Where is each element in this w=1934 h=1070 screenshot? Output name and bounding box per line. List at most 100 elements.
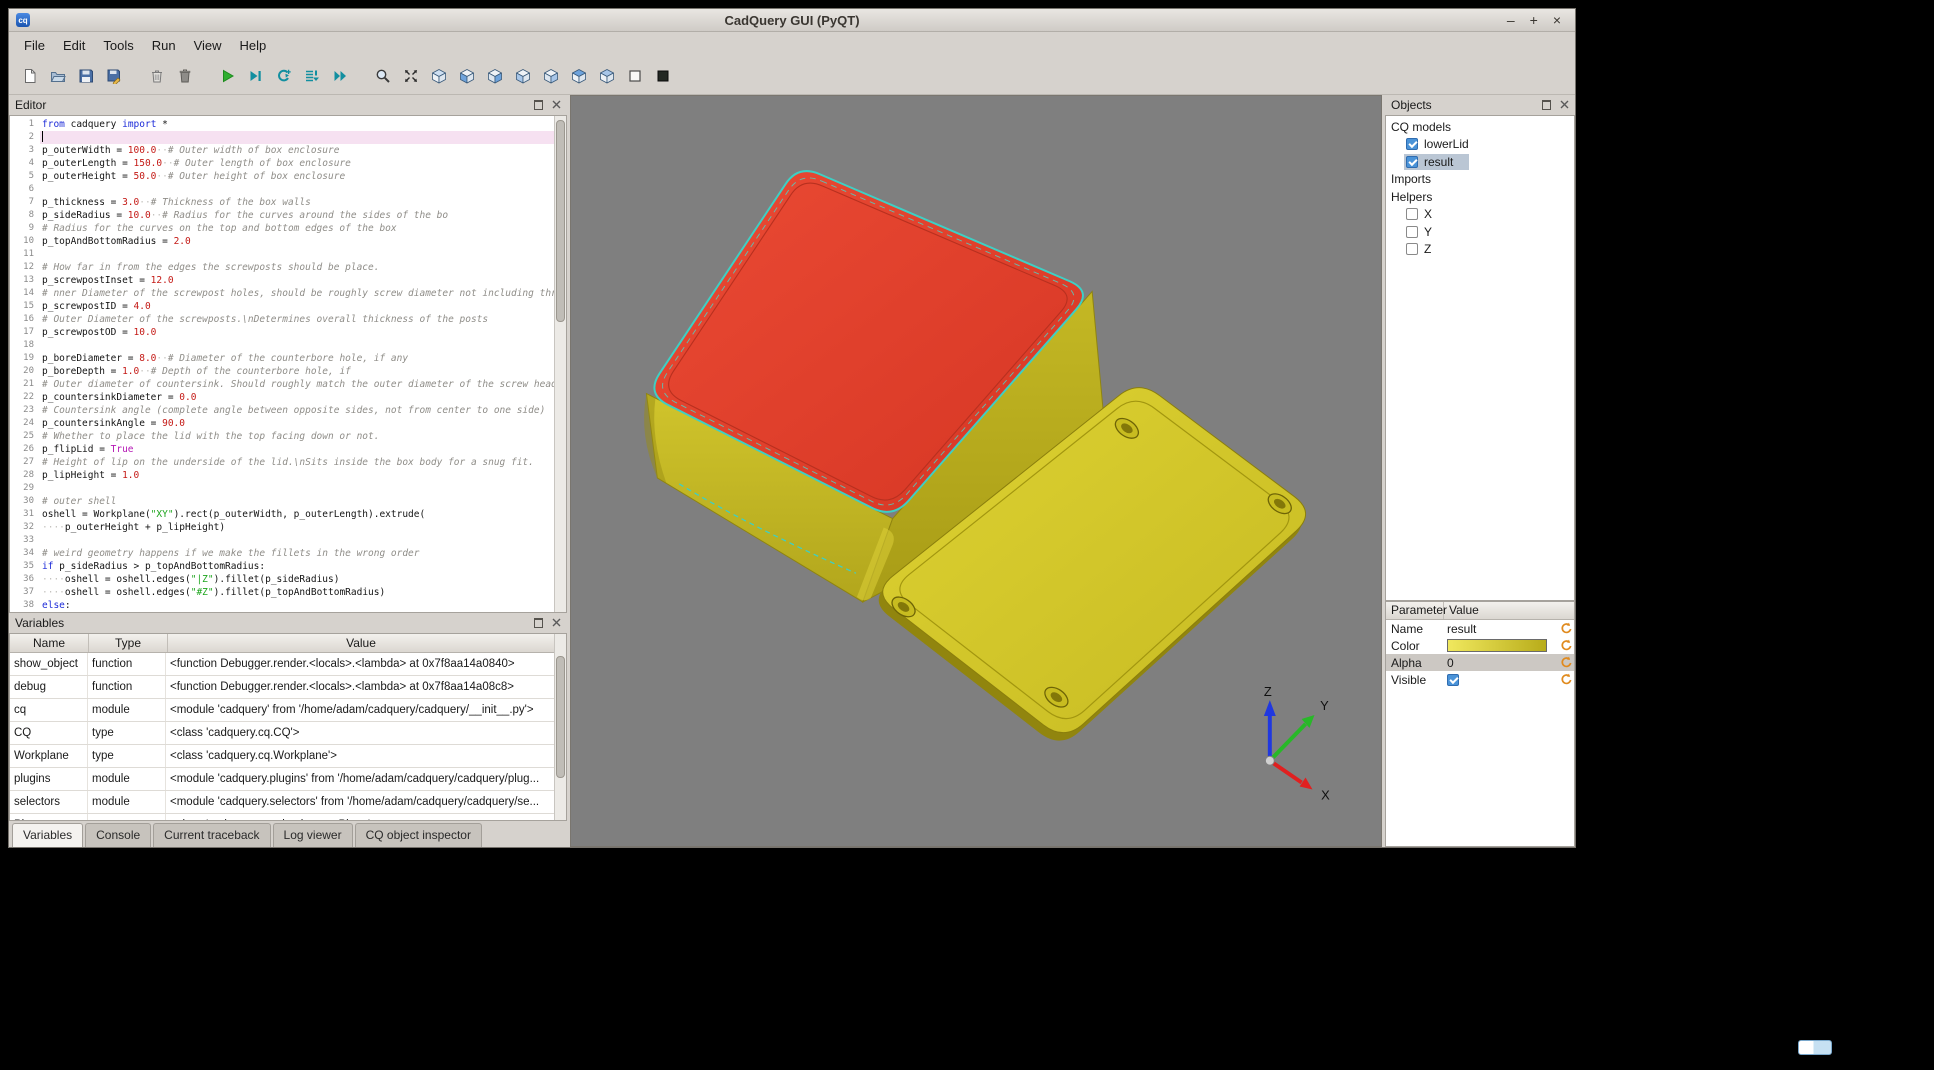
view-back-button[interactable]	[482, 64, 507, 89]
code-line-38[interactable]: 38else:	[10, 599, 555, 612]
objects-item-lowerlid[interactable]: lowerLid	[1386, 136, 1574, 154]
variable-row-plugins[interactable]: pluginsmodule<module 'cadquery.plugins' …	[10, 768, 555, 791]
view-front-button[interactable]	[454, 64, 479, 89]
visibility-checkbox[interactable]	[1406, 208, 1418, 220]
variables-column-value[interactable]: Value	[168, 634, 555, 652]
new-file-button[interactable]	[17, 64, 42, 89]
parameter-row-name[interactable]: Nameresult	[1386, 620, 1574, 637]
code-line-17[interactable]: 17p_screwpostOD = 10.0	[10, 326, 555, 339]
code-line-32[interactable]: 32····p_outerHeight + p_lipHeight)	[10, 521, 555, 534]
maximize-button[interactable]: +	[1530, 10, 1538, 30]
save-as-button[interactable]	[101, 64, 126, 89]
code-line-33[interactable]: 33	[10, 534, 555, 547]
code-line-11[interactable]: 11	[10, 248, 555, 261]
code-line-6[interactable]: 6	[10, 183, 555, 196]
objects-close-button[interactable]	[1558, 99, 1571, 112]
code-editor[interactable]: 1from cadquery import *23p_outerWidth = …	[9, 115, 567, 613]
continue-button[interactable]	[327, 64, 352, 89]
tab-console[interactable]: Console	[85, 823, 151, 847]
objects-item-result[interactable]: result	[1386, 153, 1574, 171]
tab-cq-object-inspector[interactable]: CQ object inspector	[355, 823, 482, 847]
code-line-34[interactable]: 34# weird geometry happens if we make th…	[10, 547, 555, 560]
view-bottom-button[interactable]	[594, 64, 619, 89]
objects-group-cq-models[interactable]: CQ models	[1386, 118, 1574, 136]
visibility-checkbox[interactable]	[1406, 243, 1418, 255]
variable-row-CQ[interactable]: CQtype<class 'cadquery.cq.CQ'>	[10, 722, 555, 745]
objects-item-y[interactable]: Y	[1386, 223, 1574, 241]
code-line-12[interactable]: 12# How far in from the edges the screwp…	[10, 261, 555, 274]
menu-help[interactable]: Help	[231, 35, 276, 56]
view-top-button[interactable]	[566, 64, 591, 89]
zoom-button[interactable]	[370, 64, 395, 89]
view-iso-button[interactable]	[426, 64, 451, 89]
color-swatch[interactable]	[1447, 639, 1547, 652]
objects-float-button[interactable]	[1540, 99, 1553, 112]
reset-button[interactable]	[1558, 673, 1574, 686]
code-line-39[interactable]: 39····oshell = oshell.edges("#Z").fillet…	[10, 612, 555, 613]
code-line-31[interactable]: 31oshell = Workplane("XY").rect(p_outerW…	[10, 508, 555, 521]
editor-scrollbar-thumb[interactable]	[556, 120, 565, 322]
step-over-button[interactable]	[271, 64, 296, 89]
code-line-4[interactable]: 4p_outerLength = 150.0··# Outer length o…	[10, 157, 555, 170]
close-button[interactable]: ×	[1553, 10, 1561, 30]
variable-row-cq[interactable]: cqmodule<module 'cadquery' from '/home/a…	[10, 699, 555, 722]
visibility-checkbox[interactable]	[1406, 138, 1418, 150]
variable-row-Plane[interactable]: Planetype<class 'cadquery.occ_impl.geom.…	[10, 814, 555, 821]
visibility-checkbox[interactable]	[1406, 156, 1418, 168]
menu-tools[interactable]: Tools	[94, 35, 142, 56]
variables-column-type[interactable]: Type	[89, 634, 168, 652]
reset-button[interactable]	[1558, 656, 1574, 669]
menu-file[interactable]: File	[15, 35, 54, 56]
menu-run[interactable]: Run	[143, 35, 185, 56]
code-line-7[interactable]: 7p_thickness = 3.0··# Thickness of the b…	[10, 196, 555, 209]
code-line-35[interactable]: 35if p_sideRadius > p_topAndBottomRadius…	[10, 560, 555, 573]
code-line-37[interactable]: 37····oshell = oshell.edges("#Z").fillet…	[10, 586, 555, 599]
variables-scrollbar[interactable]	[554, 634, 566, 820]
variables-column-name[interactable]: Name	[10, 634, 89, 652]
parameter-row-color[interactable]: Color	[1386, 637, 1574, 654]
parameter-row-alpha[interactable]: Alpha0	[1386, 654, 1574, 671]
parameter-row-visible[interactable]: Visible	[1386, 671, 1574, 688]
code-line-28[interactable]: 28p_lipHeight = 1.0	[10, 469, 555, 482]
code-line-8[interactable]: 8p_sideRadius = 10.0··# Radius for the c…	[10, 209, 555, 222]
step-into-button[interactable]	[299, 64, 324, 89]
code-line-27[interactable]: 27# Height of lip on the underside of th…	[10, 456, 555, 469]
code-line-13[interactable]: 13p_screwpostInset = 12.0	[10, 274, 555, 287]
code-line-18[interactable]: 18	[10, 339, 555, 352]
value-column-header[interactable]: Value	[1444, 602, 1574, 619]
code-line-25[interactable]: 25# Whether to place the lid with the to…	[10, 430, 555, 443]
objects-item-x[interactable]: X	[1386, 206, 1574, 224]
code-line-30[interactable]: 30# outer shell	[10, 495, 555, 508]
debug-button[interactable]	[243, 64, 268, 89]
code-line-1[interactable]: 1from cadquery import *	[10, 118, 555, 131]
shaded-button[interactable]	[650, 64, 675, 89]
code-line-24[interactable]: 24p_countersinkAngle = 90.0	[10, 417, 555, 430]
reset-button[interactable]	[1558, 622, 1574, 635]
variable-row-Workplane[interactable]: Workplanetype<class 'cadquery.cq.Workpla…	[10, 745, 555, 768]
run-button[interactable]	[215, 64, 240, 89]
delete-button[interactable]	[172, 64, 197, 89]
wireframe-button[interactable]	[622, 64, 647, 89]
variable-row-debug[interactable]: debugfunction<function Debugger.render.<…	[10, 676, 555, 699]
visibility-checkbox[interactable]	[1406, 226, 1418, 238]
variables-scrollbar-thumb[interactable]	[556, 656, 565, 778]
code-line-3[interactable]: 3p_outerWidth = 100.0··# Outer width of …	[10, 144, 555, 157]
open-folder-button[interactable]	[45, 64, 70, 89]
objects-group-helpers[interactable]: Helpers	[1386, 188, 1574, 206]
fit-view-button[interactable]	[398, 64, 423, 89]
code-line-23[interactable]: 23# Countersink angle (complete angle be…	[10, 404, 555, 417]
tab-variables[interactable]: Variables	[12, 823, 83, 847]
titlebar[interactable]: cq CadQuery GUI (PyQT) – + ×	[9, 9, 1575, 32]
code-line-14[interactable]: 14# nner Diameter of the screwpost holes…	[10, 287, 555, 300]
reset-button[interactable]	[1558, 639, 1574, 652]
tab-current-traceback[interactable]: Current traceback	[153, 823, 270, 847]
code-line-26[interactable]: 26p_flipLid = True	[10, 443, 555, 456]
minimize-button[interactable]: –	[1507, 10, 1515, 30]
code-line-21[interactable]: 21# Outer diameter of countersink. Shoul…	[10, 378, 555, 391]
visible-checkbox[interactable]	[1447, 674, 1459, 686]
code-line-29[interactable]: 29	[10, 482, 555, 495]
editor-float-button[interactable]	[532, 99, 545, 112]
tab-log-viewer[interactable]: Log viewer	[273, 823, 353, 847]
code-line-9[interactable]: 9# Radius for the curves on the top and …	[10, 222, 555, 235]
menu-edit[interactable]: Edit	[54, 35, 94, 56]
